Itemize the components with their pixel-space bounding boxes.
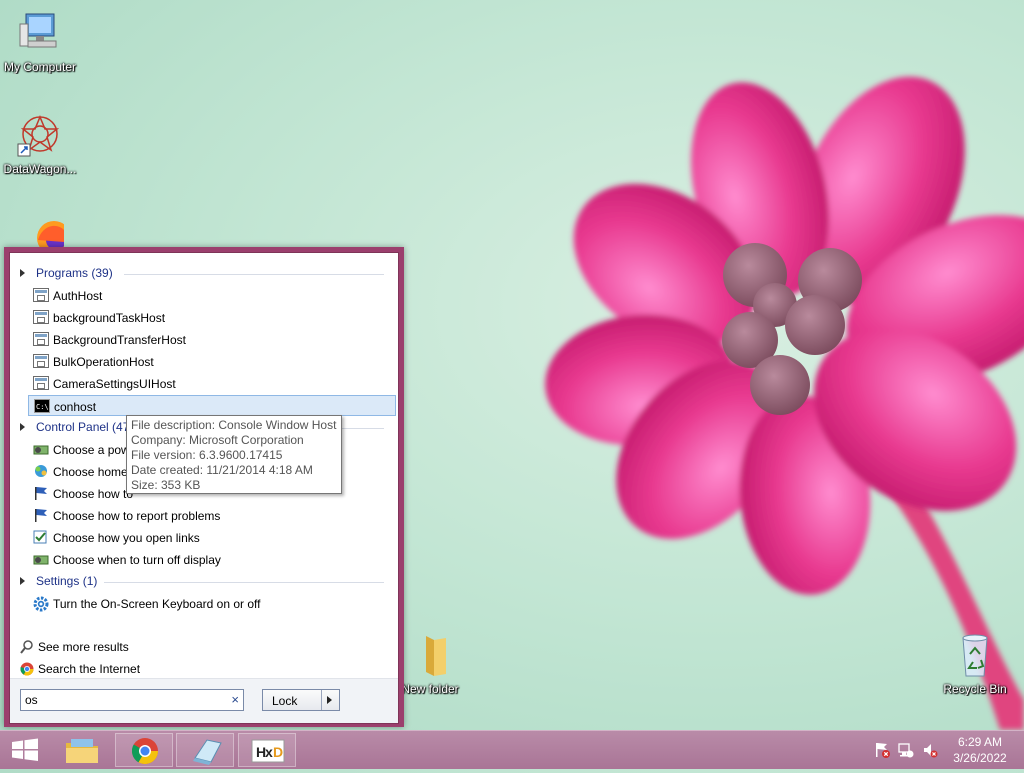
start-button[interactable] <box>0 733 50 767</box>
computer-icon <box>16 10 64 58</box>
taskbar-clock[interactable]: 6:29 AM 3/26/2022 <box>944 734 1016 766</box>
taskbar-file-explorer[interactable] <box>53 733 111 767</box>
chrome-icon <box>131 738 159 765</box>
item-label: Choose homeg <box>53 465 135 479</box>
taskbar-hxd[interactable]: HxD <box>238 733 296 767</box>
desktop-icon-label: My Computer <box>3 60 77 74</box>
file-explorer-icon <box>66 739 98 763</box>
program-item-backgroundtaskhost[interactable]: backgroundTaskHost <box>28 307 396 328</box>
group-header-settings[interactable]: Settings (1) <box>20 573 390 591</box>
svg-text:D: D <box>273 744 283 760</box>
tooltip-size: Size: 353 KB <box>131 478 201 492</box>
network-icon[interactable] <box>898 742 914 758</box>
chevron-right-icon[interactable] <box>327 696 332 704</box>
program-item-authhost[interactable]: AuthHost <box>28 285 396 306</box>
item-label: conhost <box>54 400 97 414</box>
control-panel-item-report-problems[interactable]: Choose how to report problems <box>28 505 396 526</box>
group-header-label: Programs (39) <box>36 266 113 280</box>
item-label: backgroundTaskHost <box>53 311 166 325</box>
tooltip-file-version: File version: 6.3.9600.17415 <box>131 448 283 462</box>
recycle-bin-icon <box>951 632 999 680</box>
hex-editor-icon: Hx D <box>251 739 285 763</box>
tooltip-file-description: File description: Console Window Host <box>131 418 337 432</box>
group-header-programs[interactable]: Programs (39) <box>20 265 390 283</box>
program-item-backgroundtransferhost[interactable]: BackgroundTransferHost <box>28 329 396 350</box>
search-input[interactable] <box>25 692 221 708</box>
default-programs-icon <box>33 530 49 544</box>
windows-logo-icon <box>12 738 38 761</box>
action-center-flag-icon[interactable] <box>874 742 890 758</box>
item-label: Choose how to <box>53 487 134 501</box>
item-label: CameraSettingsUIHost <box>53 377 176 391</box>
item-label: BulkOperationHost <box>53 355 154 369</box>
item-label: Choose how to report problems <box>53 509 221 523</box>
link-label: See more results <box>38 640 129 654</box>
expand-arrow-icon <box>20 423 25 431</box>
program-window-icon <box>33 376 49 390</box>
item-label: Choose a pow <box>53 443 130 457</box>
program-window-icon <box>33 354 49 368</box>
file-info-tooltip: File description: Console Window Host Co… <box>126 415 342 494</box>
power-options-icon <box>33 552 49 566</box>
group-header-label: Settings (1) <box>36 574 98 588</box>
program-window-icon <box>33 310 49 324</box>
control-panel-item-display-off[interactable]: Choose when to turn off display <box>28 549 396 570</box>
desktop-icon-recycle-bin[interactable]: Recycle Bin <box>935 632 1015 696</box>
group-divider <box>124 274 384 275</box>
search-box[interactable]: × <box>20 689 244 711</box>
group-divider <box>104 582 384 583</box>
tooltip-company: Company: Microsoft Corporation <box>131 433 304 447</box>
item-label: Turn the On-Screen Keyboard on or off <box>53 597 261 611</box>
tooltip-date-created: Date created: 11/21/2014 4:18 AM <box>131 463 313 477</box>
desktop-icon-my-computer[interactable]: My Computer <box>0 10 80 74</box>
link-label: Search the Internet <box>38 662 141 676</box>
desktop-icon-label: Recycle Bin <box>943 682 1007 696</box>
search-icon <box>20 640 34 654</box>
expand-arrow-icon <box>20 577 25 585</box>
gear-icon <box>33 596 49 612</box>
group-header-label: Control Panel (47) <box>36 420 134 434</box>
taskbar: HxD 6:29 AM 3/26/2022 <box>0 730 1024 769</box>
notepad-icon <box>193 739 222 765</box>
item-label: Choose when to turn off display <box>53 553 221 567</box>
program-window-icon <box>33 288 49 302</box>
item-label: BackgroundTransferHost <box>53 333 186 347</box>
program-item-conhost[interactable]: C:\ conhost <box>28 395 396 416</box>
taskbar-chrome[interactable] <box>115 733 173 767</box>
desktop-icon-datawagon[interactable]: DataWagon... <box>0 112 80 176</box>
action-center-flag-icon <box>33 486 49 500</box>
lock-button[interactable]: Lock <box>262 689 340 711</box>
settings-item-on-screen-keyboard[interactable]: Turn the On-Screen Keyboard on or off <box>28 593 396 614</box>
program-item-bulkoperationhost[interactable]: BulkOperationHost <box>28 351 396 372</box>
action-center-flag-icon <box>33 508 49 522</box>
clear-search-icon[interactable]: × <box>231 692 239 708</box>
item-label: AuthHost <box>53 289 103 303</box>
clock-time: 6:29 AM <box>957 735 1003 749</box>
button-separator <box>321 690 322 710</box>
chrome-icon <box>20 662 34 676</box>
console-icon: C:\ <box>34 399 50 413</box>
item-label: Choose how you open links <box>53 531 200 545</box>
expand-arrow-icon <box>20 269 25 277</box>
desktop-icon-label: DataWagon... <box>3 162 77 176</box>
program-item-camerasettingsuihost[interactable]: CameraSettingsUIHost <box>28 373 396 394</box>
taskbar-notepad[interactable] <box>176 733 234 767</box>
folder-icon <box>406 632 454 680</box>
control-panel-item-open-links[interactable]: Choose how you open links <box>28 527 396 548</box>
search-area: × Lock <box>10 678 398 723</box>
lock-button-label: Lock <box>272 694 298 708</box>
homegroup-icon <box>33 464 49 478</box>
program-window-icon <box>33 332 49 346</box>
datawagon-icon <box>16 112 64 160</box>
clock-date: 3/26/2022 <box>953 751 1007 765</box>
power-options-icon <box>33 442 49 456</box>
speaker-muted-icon[interactable] <box>922 742 938 758</box>
svg-text:x: x <box>265 744 273 760</box>
